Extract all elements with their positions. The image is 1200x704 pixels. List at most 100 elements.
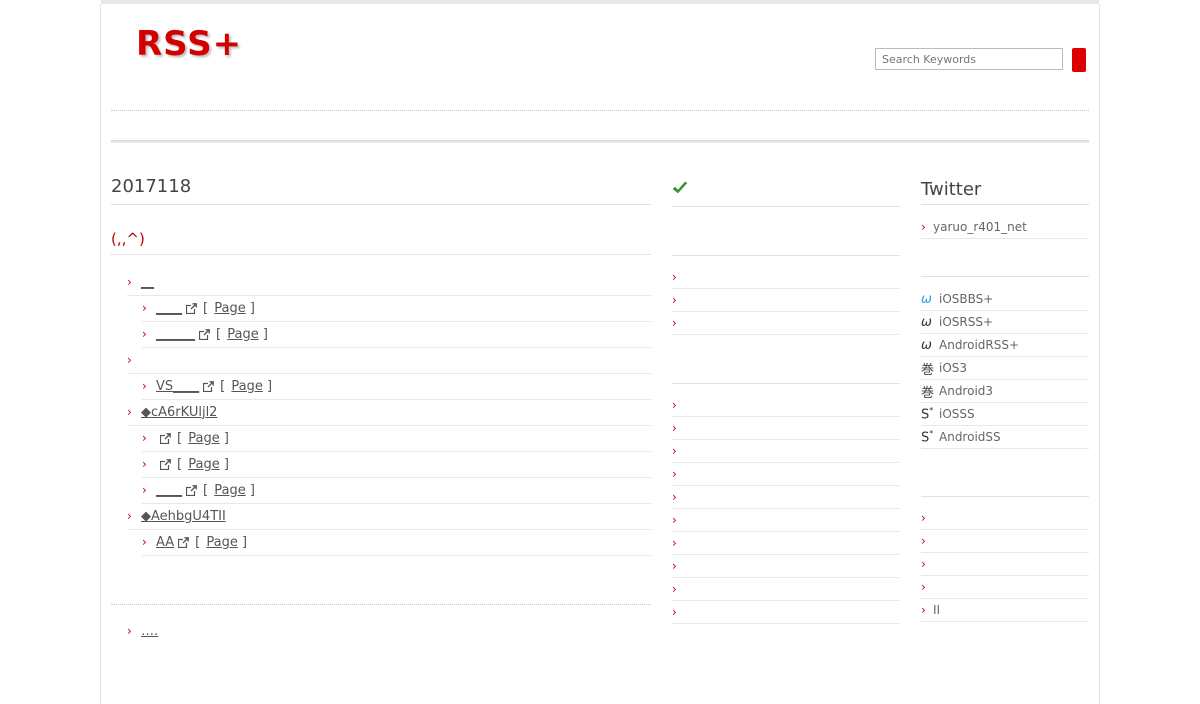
- page-title: 2017118: [111, 176, 192, 197]
- search-button[interactable]: [1072, 48, 1086, 72]
- scroll-kanji-icon: 巻: [921, 362, 935, 378]
- list-group-item[interactable]: ›: [127, 347, 651, 374]
- middle-list-item[interactable]: ›: [672, 532, 900, 555]
- external-link-icon[interactable]: [199, 328, 210, 340]
- section-end-divider: [111, 604, 651, 605]
- list-item-link[interactable]: ‥‥: [141, 624, 158, 639]
- chevron-right-icon: ›: [672, 421, 677, 435]
- list-item[interactable]: › AA [ Page ]: [142, 529, 651, 556]
- list-group-item[interactable]: › ◆AehbgU4TII: [127, 503, 651, 530]
- list-item-link[interactable]: VS____: [156, 379, 199, 394]
- page-link-group: [ Page ]: [203, 482, 255, 498]
- sidebar-link[interactable]: ›: [921, 507, 1089, 530]
- s-star-icon: S*: [921, 405, 934, 423]
- omega-icon: ω: [921, 337, 932, 353]
- external-link-icon[interactable]: [160, 458, 171, 470]
- external-link-icon[interactable]: [178, 536, 190, 548]
- chevron-right-icon: ›: [127, 624, 132, 638]
- list-group-item[interactable]: › ◆cA6rKUljl2: [127, 399, 651, 426]
- twitter-account[interactable]: yaruo_r401_net: [933, 220, 1027, 234]
- twitter-title: Twitter: [921, 179, 982, 200]
- list-item-link[interactable]: __: [141, 275, 154, 290]
- app-label[interactable]: AndroidSS: [939, 430, 1001, 444]
- page-link[interactable]: Page: [227, 327, 258, 342]
- sidebar-link[interactable]: ›: [921, 530, 1089, 553]
- sidebar-link[interactable]: ›: [921, 553, 1089, 576]
- middle-list-item[interactable]: ›: [672, 266, 900, 289]
- middle-list-item[interactable]: ›: [672, 394, 900, 417]
- list-item[interactable]: › [ Page ]: [142, 425, 651, 452]
- middle-list-item[interactable]: ›: [672, 417, 900, 440]
- middle-list-item[interactable]: ›: [672, 289, 900, 312]
- chevron-right-icon: ›: [142, 535, 147, 549]
- app-link[interactable]: ω iOSRSS+: [921, 311, 1089, 334]
- article-title[interactable]: (,,^): [111, 230, 145, 248]
- chevron-right-icon: ›: [672, 398, 677, 412]
- middle-list-item[interactable]: ›: [672, 312, 900, 335]
- external-link-icon[interactable]: [186, 484, 197, 496]
- chevron-right-icon: ›: [672, 605, 677, 619]
- app-link[interactable]: ω AndroidRSS+: [921, 334, 1089, 357]
- page-link[interactable]: Page: [206, 535, 237, 550]
- app-link[interactable]: S* iOSSS: [921, 403, 1089, 426]
- list-item-link[interactable]: ◆AehbgU4TII: [141, 509, 226, 524]
- list-item[interactable]: › [ Page ]: [142, 451, 651, 478]
- nav-divider: [111, 140, 1089, 143]
- app-link[interactable]: S* AndroidSS: [921, 426, 1089, 449]
- external-link-icon[interactable]: [203, 380, 215, 392]
- middle-list-item[interactable]: ›: [672, 463, 900, 486]
- list-item[interactable]: › ‥‥: [127, 618, 651, 644]
- chevron-right-icon: ›: [921, 534, 926, 548]
- search-input[interactable]: [875, 48, 1063, 70]
- app-link[interactable]: 巻 Android3: [921, 380, 1089, 403]
- list-item[interactable]: › ____ [ Page ]: [142, 295, 651, 322]
- sidebar-link[interactable]: › II: [921, 599, 1089, 622]
- app-label[interactable]: iOSBBS+: [939, 292, 993, 306]
- list-item-link[interactable]: ◆cA6rKUljl2: [141, 405, 217, 420]
- list-group-item[interactable]: › __: [127, 269, 651, 296]
- page-link[interactable]: Page: [214, 483, 245, 498]
- page-link-group: [ Page ]: [203, 300, 255, 316]
- sidebar-divider: [921, 276, 1089, 277]
- middle-list-item[interactable]: ›: [672, 555, 900, 578]
- page-link-group: [ Page ]: [220, 378, 273, 394]
- site-logo[interactable]: RSS+: [136, 24, 242, 64]
- sidebar-link-label[interactable]: II: [933, 603, 940, 617]
- external-link-icon[interactable]: [186, 302, 197, 314]
- middle-list-item[interactable]: ›: [672, 578, 900, 601]
- list-item-link[interactable]: AA: [156, 535, 174, 550]
- app-link[interactable]: ω iOSBBS+: [921, 288, 1089, 311]
- middle-list-item[interactable]: ›: [672, 601, 900, 624]
- list-item-link[interactable]: ____: [156, 483, 182, 498]
- sidebar-divider: [921, 496, 1089, 497]
- chevron-right-icon: ›: [672, 582, 677, 596]
- page-link[interactable]: Page: [231, 379, 262, 394]
- list-item[interactable]: › ______ [ Page ]: [142, 321, 651, 348]
- subtitle-divider: [111, 254, 651, 255]
- middle-list-item[interactable]: ›: [672, 440, 900, 463]
- list-item[interactable]: › ____ [ Page ]: [142, 477, 651, 504]
- chevron-right-icon: ›: [672, 270, 677, 284]
- middle-list-item[interactable]: ›: [672, 486, 900, 509]
- twitter-link[interactable]: › yaruo_r401_net: [921, 216, 1089, 239]
- sidebar-link[interactable]: ›: [921, 576, 1089, 599]
- external-link-icon[interactable]: [160, 432, 171, 444]
- list-item-link[interactable]: ______: [156, 327, 195, 342]
- middle-list-item[interactable]: ›: [672, 509, 900, 532]
- middle-section-divider: [672, 383, 900, 384]
- chevron-right-icon: ›: [921, 603, 926, 617]
- page-link[interactable]: Page: [188, 457, 219, 472]
- app-label[interactable]: Android3: [939, 384, 993, 398]
- app-label[interactable]: iOSRSS+: [939, 315, 993, 329]
- list-item-link[interactable]: ____: [156, 301, 182, 316]
- chevron-right-icon: ›: [142, 483, 147, 497]
- page-link[interactable]: Page: [188, 431, 219, 446]
- app-label[interactable]: iOSSS: [939, 407, 975, 421]
- app-link[interactable]: 巻 iOS3: [921, 357, 1089, 380]
- app-label[interactable]: iOS3: [939, 361, 967, 375]
- omega-icon: ω: [921, 314, 932, 330]
- list-item[interactable]: › VS____ [ Page ]: [142, 373, 651, 400]
- page-link[interactable]: Page: [214, 301, 245, 316]
- app-label[interactable]: AndroidRSS+: [939, 338, 1019, 352]
- check-icon: [672, 181, 688, 194]
